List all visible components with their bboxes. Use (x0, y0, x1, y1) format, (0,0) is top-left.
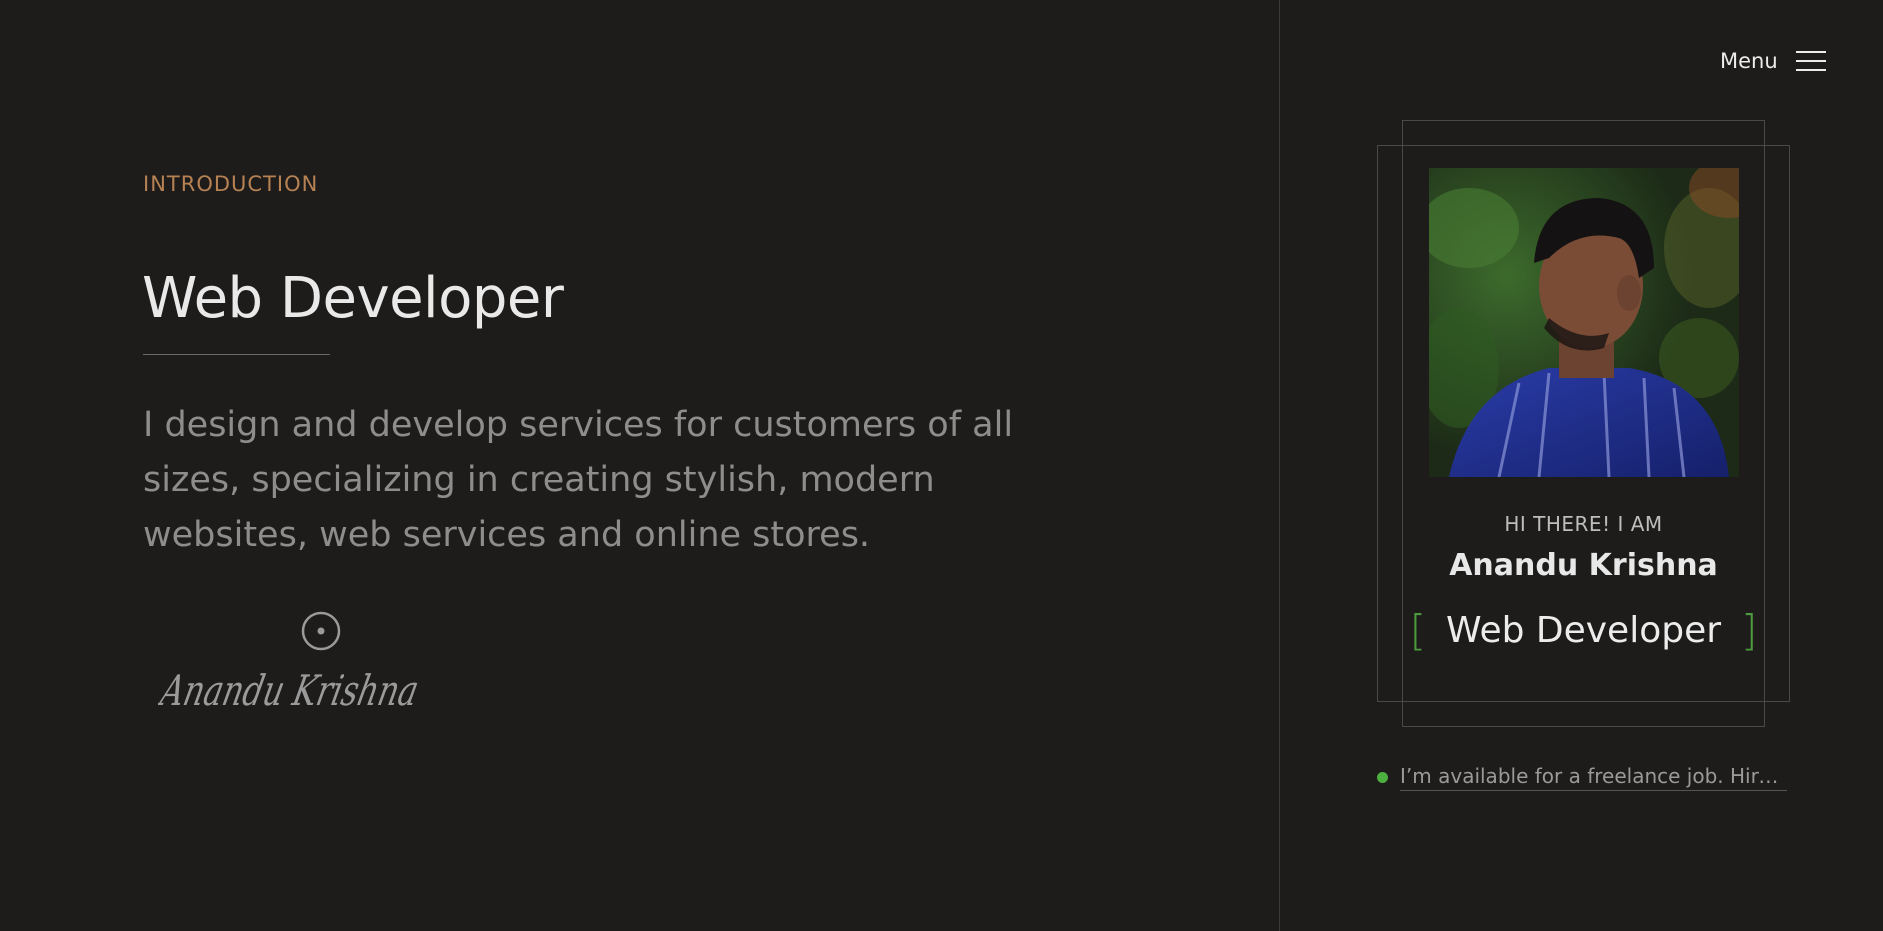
profile-greeting: HI THERE! I AM (1504, 512, 1663, 536)
menu-button[interactable]: Menu (1720, 44, 1826, 78)
profile-role: [ Web Developer ] (1402, 606, 1765, 655)
hire-me-link[interactable]: I’m available for a freelance job. Hire … (1400, 764, 1787, 791)
bracket-close: ] (1741, 606, 1758, 655)
profile-name: Anandu Krishna (1449, 548, 1718, 583)
title-underline (143, 354, 330, 355)
menu-label: Menu (1720, 49, 1778, 73)
bracket-open: [ (1409, 606, 1426, 655)
portfolio-page: INTRODUCTION Web Developer I design and … (0, 0, 1883, 931)
signature-image: Anandu Krishna (153, 605, 428, 730)
status-dot-icon (1377, 772, 1388, 783)
profile-role-text: Web Developer (1445, 610, 1722, 651)
signature-text: Anandu Krishna (158, 667, 423, 715)
page-title: Web Developer (142, 266, 564, 331)
intro-description: I design and develop services for custom… (143, 405, 1014, 555)
availability-status: I’m available for a freelance job. Hire … (1377, 764, 1787, 791)
intro-label: INTRODUCTION (143, 172, 319, 196)
column-divider (1279, 0, 1280, 931)
profile-photo (1429, 168, 1739, 477)
hamburger-icon (1795, 51, 1826, 71)
